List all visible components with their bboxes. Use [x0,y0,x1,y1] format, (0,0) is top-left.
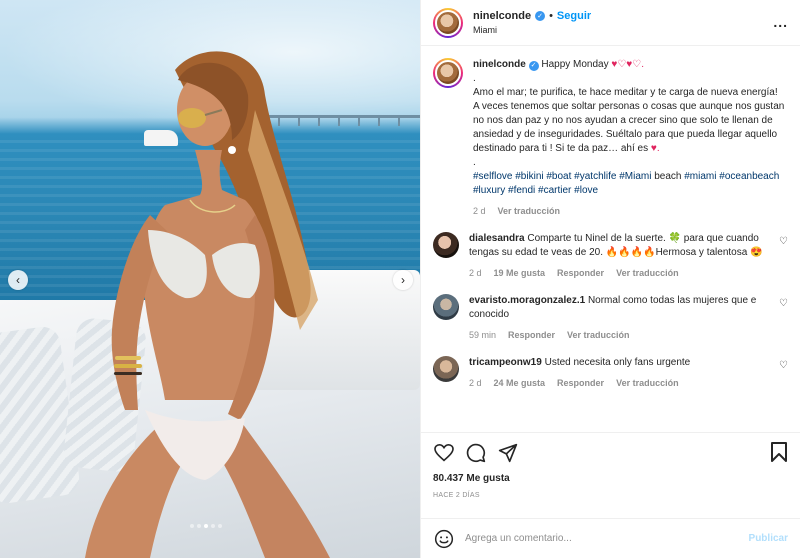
next-slide-button[interactable]: › [393,270,413,290]
emoji-smiley-icon[interactable] [433,528,455,550]
see-translation-link[interactable]: Ver traducción [616,376,679,390]
post-photo[interactable]: ‹ › [0,0,420,558]
instagram-post: ‹ › ninelconde ✓ • Seguir Miami ... nine… [0,0,800,558]
hashtags-link-group[interactable]: #selflove #bikini #boat #yatchlife #Miam… [473,171,651,182]
previous-slide-button[interactable]: ‹ [8,270,28,290]
commenter-avatar[interactable] [433,294,459,320]
caption-line-2-heart: ♥. [650,143,660,154]
comment-likes[interactable]: 19 Me gusta [494,266,546,280]
caption: ninelconde ✓ Happy Monday ♥♡♥♡. . Amo el… [433,58,788,218]
commenter-avatar[interactable] [433,232,459,258]
chevron-left-icon: ‹ [16,273,20,287]
like-comment-heart-icon[interactable]: ♡ [779,360,788,371]
commenter-avatar[interactable] [433,356,459,382]
comment-item: dialesandra Comparte tu Ninel de la suer… [433,232,788,280]
author-username[interactable]: ninelconde [473,10,531,22]
carousel-dot [218,524,222,528]
likes-count[interactable]: 80.437 Me gusta [433,473,788,484]
like-heart-icon[interactable] [433,442,455,464]
verified-badge-icon: ✓ [535,11,546,21]
commenter-username[interactable]: tricampeonw19 [469,357,542,368]
like-comment-heart-icon[interactable]: ♡ [779,298,788,309]
comment-text: Usted necesita only fans urgente [544,357,691,368]
comments-section: ninelconde ✓ Happy Monday ♥♡♥♡. . Amo el… [421,46,800,432]
post-age: HACE 2 DÍAS [433,492,480,499]
see-translation-link[interactable]: Ver traducción [498,204,561,218]
caption-username[interactable]: ninelconde [473,59,526,70]
caption-dot: . [473,157,476,168]
caption-line-2: A veces tenemos que soltar personas o co… [473,101,785,154]
see-translation-link[interactable]: Ver traducción [616,266,679,280]
reply-button[interactable]: Responder [508,328,555,342]
save-bookmark-icon[interactable] [768,441,790,463]
caption-avatar[interactable] [433,58,463,88]
add-comment-bar: Publicar [421,518,800,558]
carousel-dot [211,524,215,528]
post-actions: 80.437 Me gusta HACE 2 DÍAS [421,432,800,518]
comment-bubble-icon[interactable] [465,442,487,464]
see-translation-link[interactable]: Ver traducción [567,328,630,342]
post-header: ninelconde ✓ • Seguir Miami ... [421,0,800,46]
caption-title: Happy Monday [541,59,609,70]
comment-time[interactable]: 2 d [469,376,482,390]
hashtag-plain-word: beach [654,171,682,182]
caption-line-1: Amo el mar; te purifica, te hace meditar… [473,87,778,98]
caption-time[interactable]: 2 d [473,204,486,218]
comment-time[interactable]: 59 min [469,328,496,342]
more-options-icon[interactable]: ... [773,14,788,30]
comment-time[interactable]: 2 d [469,266,482,280]
chevron-right-icon: › [401,273,405,287]
author-avatar[interactable] [433,7,463,38]
comment-item: tricampeonw19 Usted necesita only fans u… [433,356,788,390]
share-paper-plane-icon[interactable] [497,442,519,464]
reply-button[interactable]: Responder [557,376,604,390]
post-location[interactable]: Miami [473,25,591,35]
commenter-username[interactable]: dialesandra [469,233,525,244]
carousel-indicator [190,524,222,528]
carousel-dot [204,524,208,528]
separator: • [549,10,553,22]
reply-button[interactable]: Responder [557,266,604,280]
caption-hearts: ♥♡♥♡. [611,59,644,70]
comment-input[interactable] [465,533,749,544]
comment-item: evaristo.moragonzalez.1 Normal como toda… [433,294,788,342]
like-comment-heart-icon[interactable]: ♡ [779,236,788,247]
publish-button[interactable]: Publicar [749,533,788,544]
carousel-dot [197,524,201,528]
commenter-username[interactable]: evaristo.moragonzalez.1 [469,295,585,306]
caption-hashtags: #selflove #bikini #boat #yatchlife #Miam… [473,170,788,198]
verified-badge-icon: ✓ [528,60,539,71]
carousel-dot [190,524,194,528]
woman-figure [85,51,330,558]
caption-dot: . [473,73,476,84]
follow-button[interactable]: Seguir [557,10,591,22]
post-side-panel: ninelconde ✓ • Seguir Miami ... ninelcon… [420,0,800,558]
comment-likes[interactable]: 24 Me gusta [494,376,546,390]
